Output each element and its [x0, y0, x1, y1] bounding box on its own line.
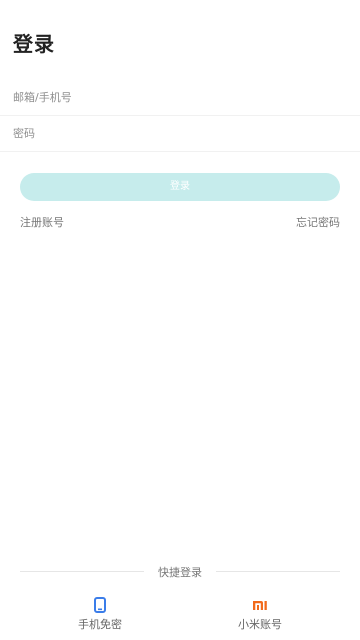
quick-login-mi-label: 小米账号	[238, 618, 282, 631]
quick-login-phone-label: 手机免密	[78, 618, 122, 631]
login-button[interactable]: 登录	[20, 173, 340, 201]
register-link[interactable]: 注册账号	[20, 214, 64, 230]
mi-logo-icon	[253, 601, 267, 610]
phone-icon	[94, 597, 106, 613]
page-title: 登录	[13, 32, 55, 56]
forgot-password-link[interactable]: 忘记密码	[296, 214, 340, 230]
quick-login-divider: 快捷登录	[20, 562, 340, 582]
quick-login-mi-button[interactable]: 小米账号	[220, 596, 300, 632]
email-field-container	[0, 80, 360, 116]
email-input[interactable]	[13, 80, 353, 114]
quick-login-label: 快捷登录	[158, 566, 202, 579]
password-input[interactable]	[13, 116, 353, 150]
divider-line-right	[216, 571, 340, 572]
quick-login-phone-button[interactable]: 手机免密	[60, 596, 140, 632]
divider-line-left	[20, 571, 144, 572]
password-field-container	[0, 116, 360, 152]
